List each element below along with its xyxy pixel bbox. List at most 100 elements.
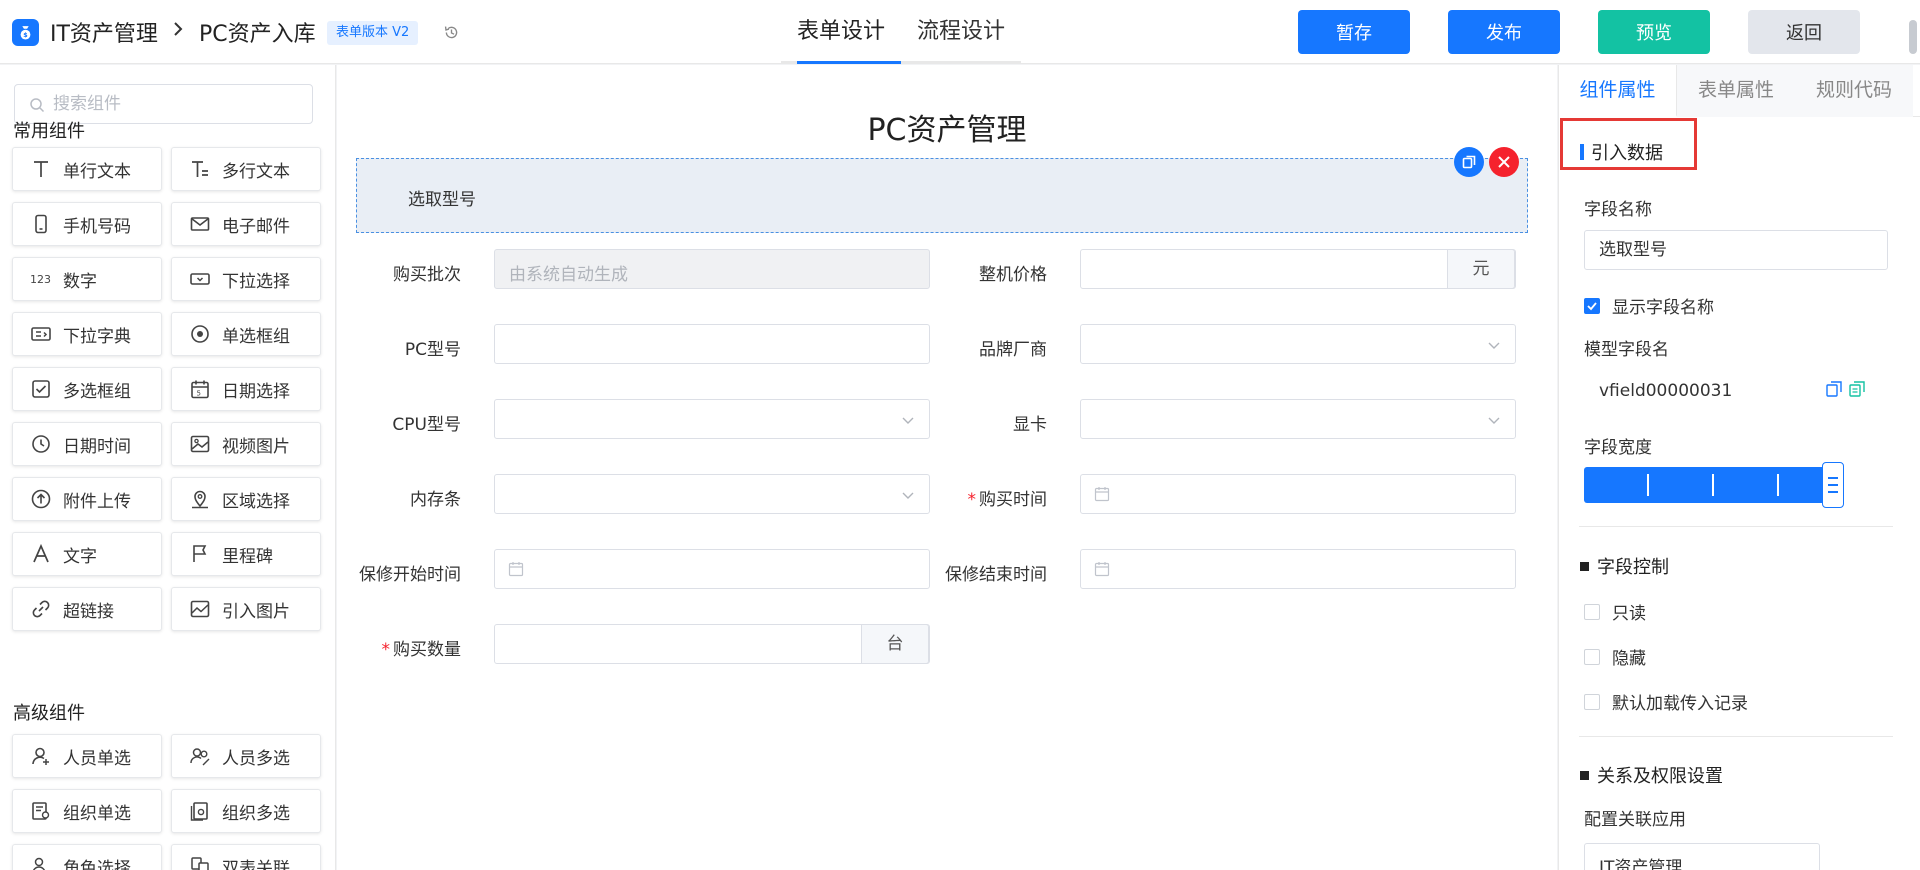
cpu-select[interactable] bbox=[494, 399, 930, 439]
publish-button[interactable]: 发布 bbox=[1448, 10, 1560, 54]
component-number[interactable]: 123 数字 bbox=[12, 257, 162, 301]
mail-icon bbox=[186, 213, 214, 235]
field-name-label: 字段名称 bbox=[1584, 200, 1652, 220]
copy-icon[interactable] bbox=[1825, 380, 1843, 398]
milestone-flag-icon bbox=[186, 543, 214, 565]
field-width-slider[interactable] bbox=[1584, 467, 1842, 503]
orgs-icon bbox=[186, 800, 214, 822]
user-icon bbox=[27, 745, 55, 767]
copy-alt-icon[interactable] bbox=[1848, 380, 1866, 398]
warranty-start-picker[interactable] bbox=[494, 549, 930, 589]
close-icon bbox=[1498, 156, 1510, 168]
component-two-table-relation[interactable]: 双表关联 bbox=[171, 844, 321, 870]
svg-text:$: $ bbox=[23, 31, 27, 39]
field-name-input[interactable]: 选取型号 bbox=[1584, 230, 1888, 270]
component-milestone[interactable]: 里程碑 bbox=[171, 532, 321, 576]
chevron-down-icon bbox=[902, 417, 914, 424]
chevron-right-icon bbox=[174, 22, 183, 36]
chevron-down-icon bbox=[1488, 417, 1500, 424]
component-dropdown[interactable]: 下拉选择 bbox=[171, 257, 321, 301]
duplicate-field-button[interactable] bbox=[1454, 147, 1484, 177]
common-components-grid: 单行文本 多行文本 手机号码 电子邮件 123 数字 下拉选择 下拉字典 单选框 bbox=[12, 147, 321, 631]
brand-select[interactable] bbox=[1080, 324, 1516, 364]
form-canvas: PC资产管理 选取型号 购买批次 由系统自动生成 整机价格 元 PC型号 品牌厂… bbox=[337, 65, 1557, 870]
checkbox-icon bbox=[27, 378, 55, 400]
advanced-components-grid: 人员单选 人员多选 组织单选 组织多选 角色选择 双表关联 bbox=[12, 734, 321, 870]
component-video-image[interactable]: 视频图片 bbox=[171, 422, 321, 466]
breadcrumb-page: PC资产入库 bbox=[199, 22, 316, 47]
pc-model-input[interactable] bbox=[494, 324, 930, 364]
default-load-checkbox[interactable]: 默认加载传入记录 bbox=[1584, 689, 1748, 714]
field-width-label: 字段宽度 bbox=[1584, 438, 1652, 458]
relation-app-select[interactable]: IT资产管理 bbox=[1584, 843, 1820, 870]
component-dictionary[interactable]: 下拉字典 bbox=[12, 312, 162, 356]
show-field-name-checkbox[interactable]: 显示字段名称 bbox=[1584, 293, 1714, 318]
delete-field-button[interactable] bbox=[1489, 147, 1519, 177]
tab-form-props[interactable]: 表单属性 bbox=[1677, 65, 1795, 117]
relation-app-label: 配置关联应用 bbox=[1584, 810, 1686, 830]
breadcrumb-app[interactable]: IT资产管理 bbox=[50, 16, 158, 48]
component-text-label[interactable]: 文字 bbox=[12, 532, 162, 576]
component-multi-text[interactable]: 多行文本 bbox=[171, 147, 321, 191]
letter-a-icon bbox=[27, 543, 55, 565]
tab-flow-design[interactable]: 流程设计 bbox=[901, 0, 1021, 64]
warranty-end-picker[interactable] bbox=[1080, 549, 1516, 589]
memory-select[interactable] bbox=[494, 474, 930, 514]
picture-icon bbox=[186, 598, 214, 620]
org-icon bbox=[27, 800, 55, 822]
component-org-multi[interactable]: 组织多选 bbox=[171, 789, 321, 833]
tab-rule-code[interactable]: 规则代码 bbox=[1795, 65, 1913, 117]
version-badge: 表单版本 V2 bbox=[327, 21, 419, 45]
link-icon bbox=[27, 598, 55, 620]
role-icon bbox=[27, 855, 55, 870]
multiline-text-icon bbox=[186, 158, 214, 180]
field-label-warranty-end: 保修结束时间 bbox=[945, 565, 1047, 585]
image-video-icon bbox=[186, 433, 214, 455]
history-icon[interactable] bbox=[443, 24, 460, 41]
app-logo-icon: $ bbox=[12, 19, 39, 46]
component-role[interactable]: 角色选择 bbox=[12, 844, 162, 870]
component-upload[interactable]: 附件上传 bbox=[12, 477, 162, 521]
page-scrollbar[interactable] bbox=[1909, 20, 1917, 54]
tab-form-design[interactable]: 表单设计 bbox=[781, 0, 902, 64]
component-palette: 常用组件 单行文本 多行文本 手机号码 电子邮件 123 数字 下拉选择 下拉字… bbox=[0, 65, 336, 870]
save-draft-button[interactable]: 暂存 bbox=[1298, 10, 1410, 54]
preview-button[interactable]: 预览 bbox=[1598, 10, 1710, 54]
component-radio[interactable]: 单选框组 bbox=[171, 312, 321, 356]
component-import-image[interactable]: 引入图片 bbox=[171, 587, 321, 631]
map-pin-icon bbox=[186, 488, 214, 510]
component-email[interactable]: 电子邮件 bbox=[171, 202, 321, 246]
component-single-text[interactable]: 单行文本 bbox=[12, 147, 162, 191]
upload-icon bbox=[27, 488, 55, 510]
svg-text:123: 123 bbox=[30, 273, 51, 286]
search-input[interactable] bbox=[53, 85, 303, 123]
component-org-single[interactable]: 组织单选 bbox=[12, 789, 162, 833]
component-checkbox-group[interactable]: 多选框组 bbox=[12, 367, 162, 411]
gpu-select[interactable] bbox=[1080, 399, 1516, 439]
calendar-icon: 5 bbox=[186, 378, 214, 400]
checkbox-checked-icon bbox=[1584, 297, 1600, 314]
price-input[interactable]: 元 bbox=[1080, 249, 1516, 289]
purchase-time-picker[interactable] bbox=[1080, 474, 1516, 514]
component-datetime[interactable]: 日期时间 bbox=[12, 422, 162, 466]
component-region[interactable]: 区域选择 bbox=[171, 477, 321, 521]
quantity-input[interactable]: 台 bbox=[494, 624, 930, 664]
component-user-multi[interactable]: 人员多选 bbox=[171, 734, 321, 778]
section-relation-permission: 关系及权限设置 bbox=[1580, 762, 1723, 788]
component-phone[interactable]: 手机号码 bbox=[12, 202, 162, 246]
field-width-slider-handle[interactable] bbox=[1822, 462, 1844, 508]
model-field-value: vfield00000031 bbox=[1599, 381, 1733, 401]
calendar-icon bbox=[1094, 487, 1110, 502]
component-hyperlink[interactable]: 超链接 bbox=[12, 587, 162, 631]
component-date[interactable]: 5 日期选择 bbox=[171, 367, 321, 411]
section-field-control: 字段控制 bbox=[1580, 553, 1669, 579]
hidden-checkbox[interactable]: 隐藏 bbox=[1584, 644, 1646, 669]
back-button[interactable]: 返回 bbox=[1748, 10, 1860, 54]
chevron-down-icon bbox=[1488, 342, 1500, 349]
readonly-checkbox[interactable]: 只读 bbox=[1584, 599, 1646, 624]
selected-field-import-data[interactable]: 选取型号 bbox=[356, 158, 1528, 233]
quantity-unit-suffix: 台 bbox=[861, 624, 929, 664]
tab-component-props[interactable]: 组件属性 bbox=[1559, 65, 1677, 117]
component-user-single[interactable]: 人员单选 bbox=[12, 734, 162, 778]
calendar-icon bbox=[508, 562, 524, 577]
